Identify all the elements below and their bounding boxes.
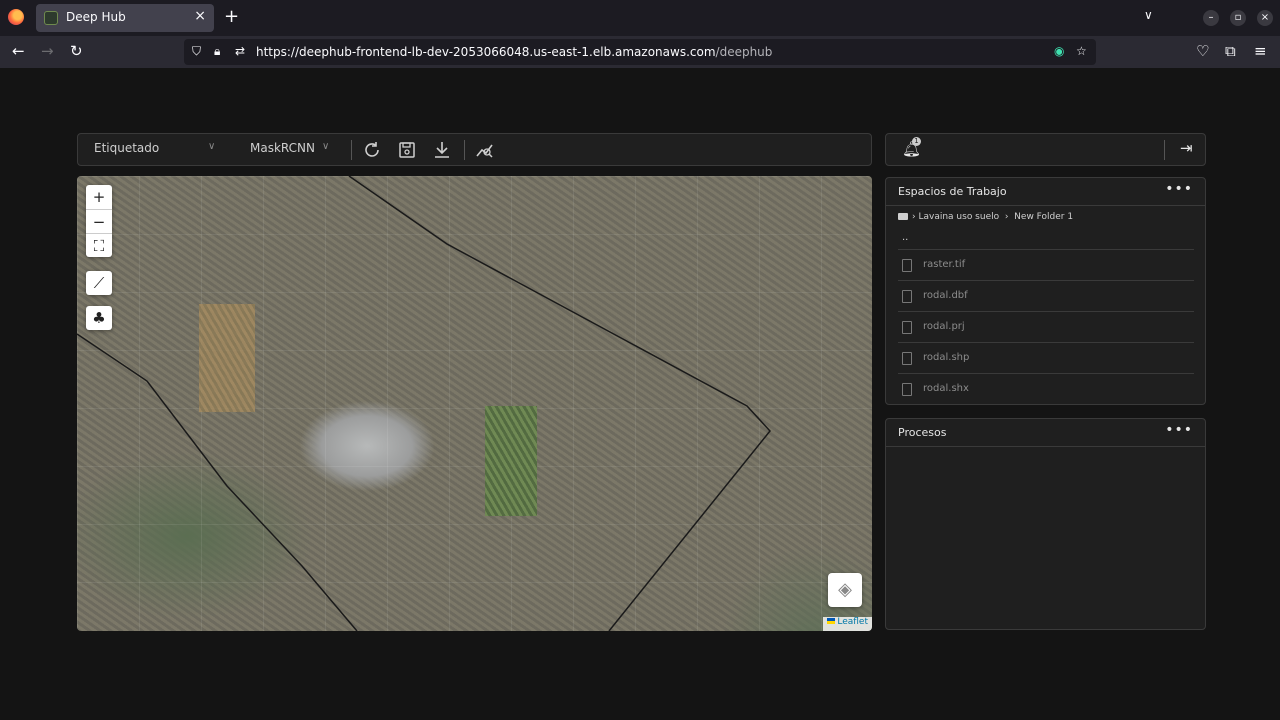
extensions-puzzle-icon[interactable]: ⧉	[1225, 42, 1236, 60]
lock-icon[interactable]: 🔒︎	[214, 44, 220, 59]
map-view[interactable]: + − ⛶ ⟋ ♣ ◈ Leaflet	[77, 176, 872, 631]
mode-select[interactable]: Etiquetado ∨	[94, 141, 234, 155]
firefox-icon	[8, 9, 24, 25]
workspaces-panel: Espacios de Trabajo ••• › Lavaina uso su…	[885, 177, 1206, 405]
file-icon	[902, 352, 912, 365]
zoom-in-button[interactable]: +	[86, 185, 112, 209]
file-icon	[902, 290, 912, 303]
more-options-button[interactable]: •••	[1165, 422, 1193, 438]
panel-header: Procesos •••	[886, 419, 1205, 447]
file-name: raster.tif	[923, 259, 966, 270]
browser-navbar: ← → ↻ ⛉ 🔒︎ ⇄ https://deephub-frontend-lb…	[0, 36, 1280, 68]
file-icon	[902, 383, 912, 396]
pocket-icon[interactable]: ♡	[1196, 42, 1209, 60]
model-select[interactable]: MaskRCNN ∨	[250, 141, 350, 155]
permissions-icon[interactable]: ⇄	[235, 44, 245, 58]
trees-icon[interactable]: ♣	[86, 306, 112, 330]
new-tab-button[interactable]: +	[224, 6, 239, 27]
file-name: rodal.prj	[923, 321, 965, 332]
divider	[1164, 140, 1165, 160]
file-name: rodal.shp	[923, 352, 970, 363]
fullscreen-icon[interactable]: ⛶	[86, 233, 112, 257]
mode-select-value: Etiquetado	[94, 141, 160, 155]
url-text: https://deephub-frontend-lb-dev-20530660…	[256, 45, 773, 59]
divider	[464, 140, 465, 160]
attribution-link[interactable]: Leaflet	[837, 617, 868, 627]
breadcrumb-item[interactable]: Lavaina uso suelo	[918, 212, 999, 222]
draw-control: ⟋	[86, 271, 112, 295]
favicon-icon	[44, 11, 58, 25]
tab-close-button[interactable]: ×	[194, 8, 206, 24]
map-toolbar: Etiquetado ∨ MaskRCNN ∨	[77, 133, 872, 166]
extension-icon[interactable]: ◉	[1054, 44, 1064, 58]
download-icon[interactable]	[432, 140, 452, 160]
file-name: rodal.shx	[923, 383, 969, 394]
panel-title: Procesos	[898, 426, 947, 439]
panel-title: Espacios de Trabajo	[898, 185, 1007, 198]
folder-icon[interactable]	[898, 213, 908, 220]
browser-tab[interactable]: Deep Hub ×	[36, 4, 214, 32]
file-name: rodal.dbf	[923, 290, 968, 301]
logout-icon[interactable]: ⇥	[1180, 139, 1193, 157]
tree-detect-control: ♣	[86, 306, 112, 330]
parent-directory[interactable]: ..	[902, 232, 908, 243]
save-icon[interactable]	[397, 140, 417, 160]
file-icon	[902, 321, 912, 334]
file-icon	[902, 259, 912, 272]
tab-list-chevron-icon[interactable]: ∨	[1144, 8, 1153, 22]
refresh-icon[interactable]	[362, 140, 382, 160]
breadcrumb: › Lavaina uso suelo › New Folder 1	[898, 212, 1073, 222]
file-row[interactable]: raster.tif	[898, 249, 1194, 280]
file-row[interactable]: rodal.shx	[898, 373, 1194, 404]
file-row[interactable]: rodal.prj	[898, 311, 1194, 342]
bookmark-star-icon[interactable]: ☆	[1076, 44, 1087, 58]
tab-title: Deep Hub	[66, 10, 126, 24]
reload-icon[interactable]: ↻	[70, 42, 83, 60]
forward-icon[interactable]: →	[41, 42, 54, 60]
processes-panel: Procesos •••	[885, 418, 1206, 630]
draw-polyline-icon[interactable]: ⟋	[86, 271, 112, 295]
more-options-button[interactable]: •••	[1165, 181, 1193, 197]
url-bar[interactable]: ⛉ 🔒︎ ⇄ https://deephub-frontend-lb-dev-2…	[184, 39, 1096, 65]
zoom-out-button[interactable]: −	[86, 209, 112, 233]
model-select-value: MaskRCNN	[250, 141, 315, 155]
close-window-icon[interactable]: ×	[1257, 10, 1273, 26]
minimize-icon[interactable]: –	[1203, 10, 1219, 26]
back-icon[interactable]: ←	[12, 42, 25, 60]
map-attribution[interactable]: Leaflet	[823, 617, 872, 631]
parcel-boundary	[77, 176, 771, 631]
ukraine-flag-icon	[827, 618, 836, 624]
user-bar: 🔔︎ 1 ⇥	[885, 133, 1206, 166]
chevron-down-icon: ∨	[322, 141, 330, 152]
file-row[interactable]: rodal.dbf	[898, 280, 1194, 311]
chevron-down-icon: ∨	[208, 141, 216, 152]
maximize-icon[interactable]: ▫	[1230, 10, 1246, 26]
analytics-icon[interactable]	[475, 140, 495, 160]
file-row[interactable]: rodal.shp	[898, 342, 1194, 373]
menu-icon[interactable]: ≡	[1254, 42, 1267, 60]
panel-header: Espacios de Trabajo •••	[886, 178, 1205, 206]
shield-icon[interactable]: ⛉	[192, 44, 201, 59]
zoom-control: + − ⛶	[86, 185, 112, 257]
layers-icon[interactable]: ◈	[828, 573, 862, 607]
breadcrumb-item[interactable]: New Folder 1	[1014, 212, 1073, 222]
notification-badge: 1	[912, 137, 921, 146]
divider	[351, 140, 352, 160]
browser-tabbar: Deep Hub × + ∨ – ▫ ×	[0, 0, 1280, 36]
